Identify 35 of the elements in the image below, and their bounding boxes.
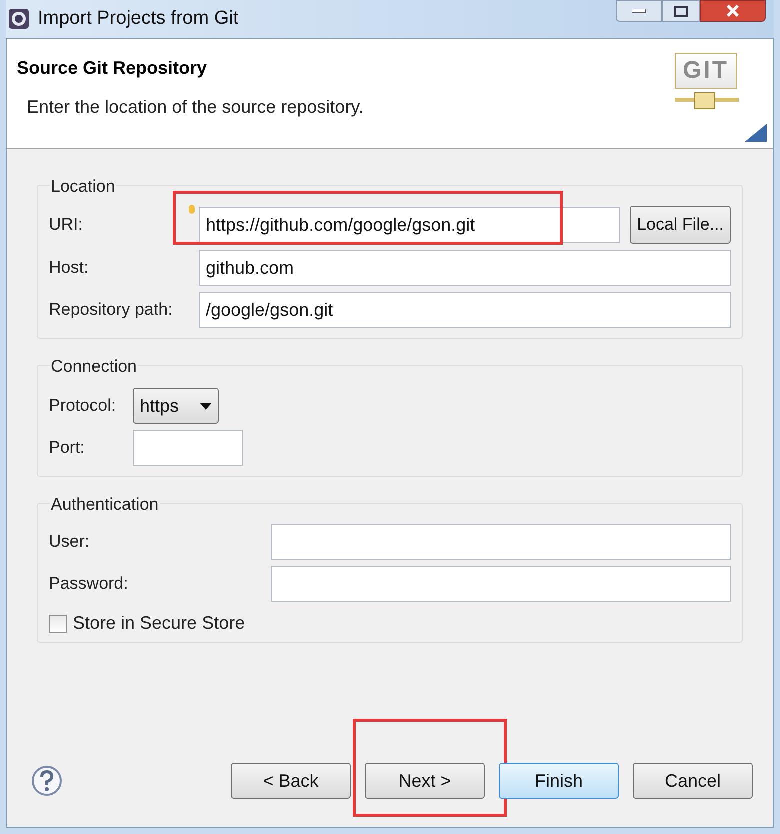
window-title: Import Projects from Git [38,6,239,31]
hint-icon [189,205,195,214]
app-icon [8,8,30,30]
page-description: Enter the location of the source repository. [26,96,365,119]
input-field[interactable]: https://github.com/google/gson.git [199,207,620,243]
field-label: User: [49,531,91,554]
dialog-button[interactable]: Next > [365,763,485,799]
maximize-button[interactable] [662,0,700,22]
help-icon[interactable] [31,765,63,797]
local-file-button[interactable]: Local File... [630,206,731,244]
input-field[interactable] [271,566,731,602]
input-field[interactable] [133,430,243,466]
field-label: Repository path: [49,299,174,322]
logo-text: GIT [683,56,729,86]
input-field[interactable]: github.com [199,250,731,286]
page-title: Source Git Repository [17,57,208,80]
field-label: Password: [49,573,130,596]
input-field[interactable] [271,524,731,560]
dialog-button[interactable]: Finish [499,763,619,799]
caret-icon [200,402,212,410]
checkbox-label: Store in Secure Store [73,612,246,635]
maximize-icon [674,6,688,16]
minimize-icon [632,9,646,13]
field-label: URI: [49,214,84,236]
protocol-dropdown[interactable]: https [133,388,219,424]
field-label: Host: [49,257,90,280]
close-icon [726,5,740,17]
dialog-button[interactable]: < Back [231,763,351,799]
field-label: Port: [49,437,86,460]
field-label: Protocol: [49,395,118,418]
input-field[interactable]: /google/gson.git [199,292,731,328]
dialog-button[interactable]: Cancel [633,763,753,799]
close-button[interactable] [700,0,766,22]
checkbox[interactable] [49,614,67,632]
corner-icon [745,124,767,142]
